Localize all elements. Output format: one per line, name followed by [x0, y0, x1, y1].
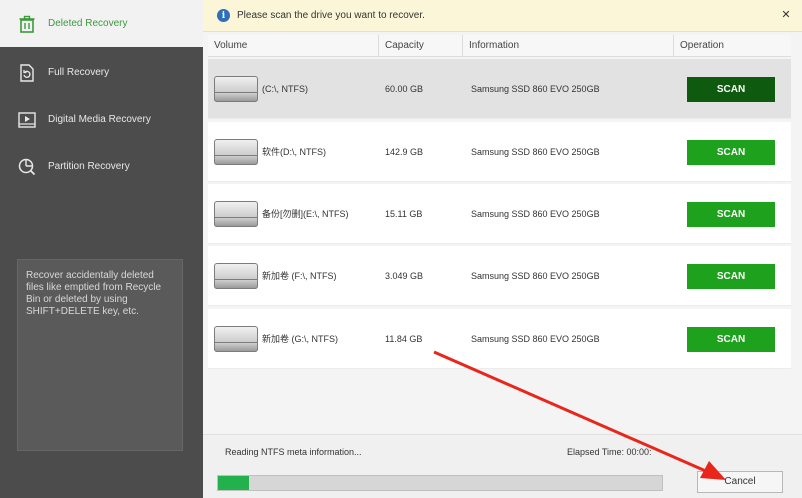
sidebar-item-deleted-recovery[interactable]: Deleted Recovery — [0, 0, 203, 47]
table-row[interactable]: 软件(D:\, NTFS) 142.9 GB Samsung SSD 860 E… — [208, 122, 791, 182]
column-header-information[interactable]: Information — [463, 35, 674, 57]
volume-capacity: 3.049 GB — [385, 271, 424, 281]
column-header-capacity[interactable]: Capacity — [379, 35, 463, 57]
volume-name: (C:\, NTFS) — [262, 84, 308, 94]
media-play-icon — [17, 110, 37, 130]
info-message: Please scan the drive you want to recove… — [237, 10, 425, 21]
volume-capacity: 142.9 GB — [385, 147, 424, 157]
scan-button[interactable]: SCAN — [687, 140, 775, 165]
drive-icon — [214, 139, 258, 165]
cancel-button[interactable]: Cancel — [697, 471, 783, 493]
status-message: Reading NTFS meta information... — [225, 447, 362, 457]
volume-name: 新加卷 (F:\, NTFS) — [262, 271, 337, 281]
volume-capacity: 60.00 GB — [385, 84, 424, 94]
info-bar: i Please scan the drive you want to reco… — [203, 0, 802, 32]
document-refresh-icon — [17, 63, 37, 83]
volume-name: 新加卷 (G:\, NTFS) — [262, 334, 338, 344]
sidebar-item-label: Full Recovery — [48, 67, 110, 78]
sidebar-item-label: Partition Recovery — [48, 161, 130, 172]
drive-icon — [214, 201, 258, 227]
sidebar-item-partition-recovery[interactable]: Partition Recovery — [0, 143, 203, 190]
column-header-operation: Operation — [680, 40, 724, 51]
table-row[interactable]: 新加卷 (G:\, NTFS) 11.84 GB Samsung SSD 860… — [208, 309, 791, 369]
progress-fill — [218, 476, 250, 490]
scan-button[interactable]: SCAN — [687, 202, 775, 227]
info-icon: i — [217, 9, 230, 22]
sidebar-item-label: Deleted Recovery — [48, 18, 128, 29]
sidebar: Deleted Recovery Full Recovery Digital M… — [0, 0, 203, 498]
sidebar-item-full-recovery[interactable]: Full Recovery — [0, 49, 203, 96]
status-bar: Reading NTFS meta information... Elapsed… — [203, 434, 802, 498]
column-header-volume[interactable]: Volume — [208, 35, 379, 57]
volume-capacity: 11.84 GB — [385, 334, 423, 344]
volume-capacity: 15.11 GB — [385, 209, 423, 219]
drive-icon — [214, 76, 258, 102]
scan-button[interactable]: SCAN — [687, 264, 775, 289]
volume-information: Samsung SSD 860 EVO 250GB — [471, 271, 600, 281]
drive-icon — [214, 326, 258, 352]
table-row[interactable]: 备份[勿删](E:\, NTFS) 15.11 GB Samsung SSD 8… — [208, 184, 791, 244]
partition-search-icon — [17, 157, 37, 177]
feature-description: Recover accidentally deleted files like … — [17, 259, 183, 451]
volume-information: Samsung SSD 860 EVO 250GB — [471, 334, 600, 344]
sidebar-item-label: Digital Media Recovery — [48, 114, 151, 125]
trash-icon — [17, 14, 37, 34]
table-row[interactable]: (C:\, NTFS) 60.00 GB Samsung SSD 860 EVO… — [208, 59, 791, 119]
volume-table: Volume Capacity Information Operation (C… — [203, 32, 802, 434]
scan-button[interactable]: SCAN — [687, 327, 775, 352]
volume-information: Samsung SSD 860 EVO 250GB — [471, 209, 600, 219]
progress-bar — [217, 475, 663, 491]
close-icon[interactable]: ✕ — [780, 9, 792, 21]
table-row[interactable]: 新加卷 (F:\, NTFS) 3.049 GB Samsung SSD 860… — [208, 246, 791, 306]
sidebar-item-digital-media-recovery[interactable]: Digital Media Recovery — [0, 96, 203, 143]
volume-name: 备份[勿删](E:\, NTFS) — [262, 209, 349, 219]
volume-name: 软件(D:\, NTFS) — [262, 147, 326, 157]
volume-information: Samsung SSD 860 EVO 250GB — [471, 84, 600, 94]
volume-information: Samsung SSD 860 EVO 250GB — [471, 147, 600, 157]
scan-button[interactable]: SCAN — [687, 77, 775, 102]
elapsed-time: Elapsed Time: 00:00: — [567, 447, 652, 457]
table-header: Volume Capacity Information Operation — [208, 35, 791, 57]
drive-icon — [214, 263, 258, 289]
